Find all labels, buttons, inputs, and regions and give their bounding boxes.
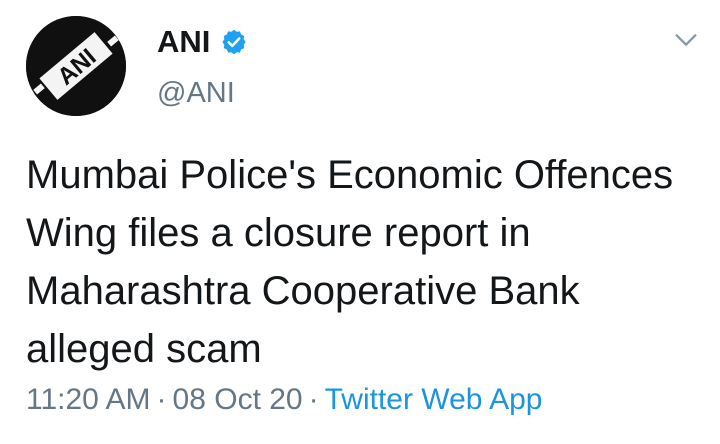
display-name[interactable]: ANI	[157, 24, 210, 60]
ani-logo: ANI	[26, 16, 126, 116]
tweet-card: ANI ANI @ANI Mumbai Police's Economic Of…	[0, 0, 720, 444]
meta-separator: ·	[308, 383, 319, 416]
tweet-text: Mumbai Police's Economic Offences Wing f…	[26, 153, 674, 371]
user-handle[interactable]: @ANI	[157, 75, 235, 111]
meta-separator: ·	[156, 383, 167, 416]
tweet-date[interactable]: 08 Oct 20	[173, 383, 303, 416]
avatar[interactable]: ANI	[26, 16, 126, 116]
verified-badge-icon	[220, 28, 248, 56]
chevron-down-icon[interactable]	[672, 26, 700, 54]
tweet-time[interactable]: 11:20 AM	[26, 383, 151, 416]
tweet-source-link[interactable]: Twitter Web App	[325, 383, 543, 416]
author-name-row[interactable]: ANI	[157, 24, 248, 60]
tweet-meta: 11:20 AM · 08 Oct 20 · Twitter Web App	[26, 380, 543, 420]
